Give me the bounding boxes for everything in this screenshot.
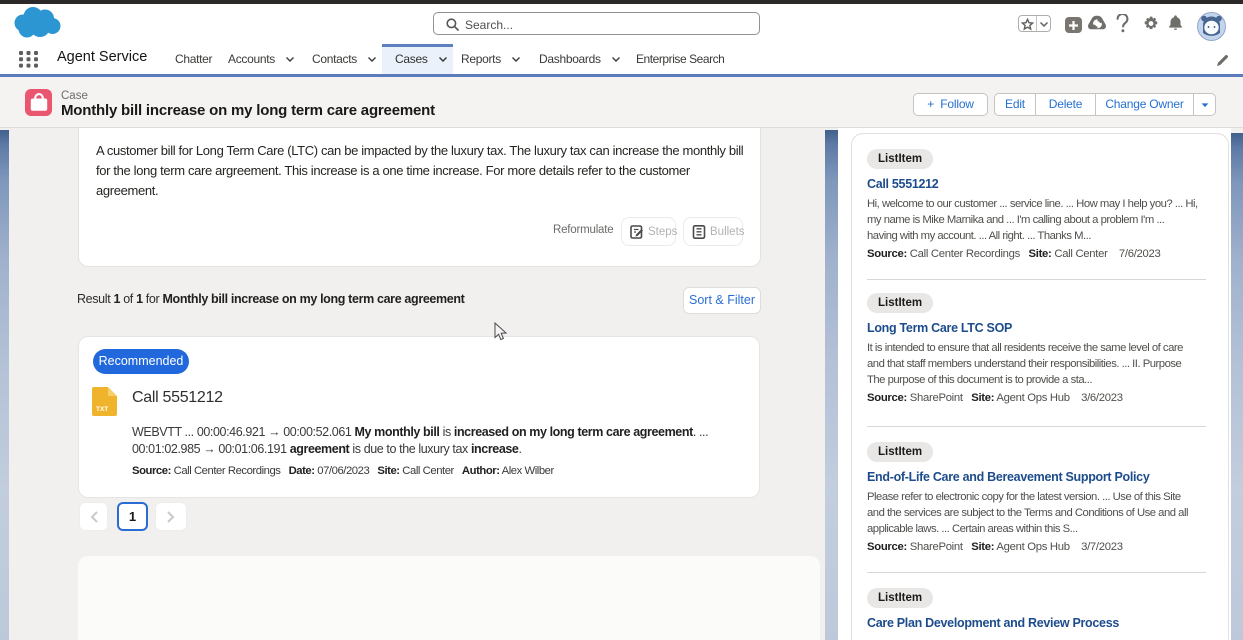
svg-text:TXT: TXT: [96, 406, 108, 413]
